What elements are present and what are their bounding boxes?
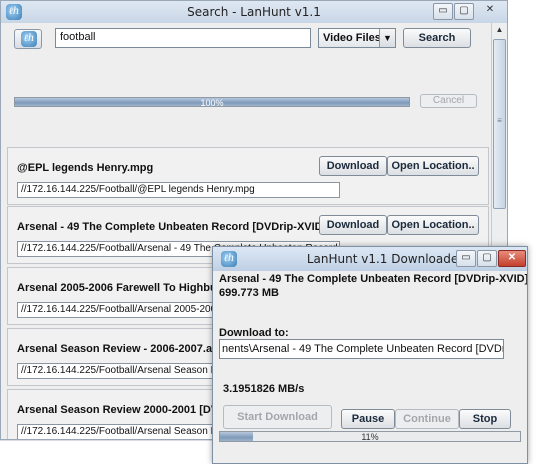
close-button[interactable]: ✕ — [475, 3, 505, 20]
search-progress-text: 100% — [200, 98, 224, 107]
file-type-select[interactable]: Video Files ▼ — [318, 28, 396, 48]
download-file-size: 699.773 MB — [219, 287, 279, 299]
maximize-button[interactable]: ▢ — [454, 3, 474, 20]
download-progress-text: 11% — [361, 432, 379, 442]
search-progress-bar: 100% — [14, 97, 410, 107]
scroll-thumb[interactable]: ≡ — [493, 39, 506, 209]
downloader-minimize-button[interactable]: ▭ — [456, 250, 476, 267]
scroll-up-arrow-icon[interactable]: ▲ — [492, 23, 507, 37]
downloader-maximize-button[interactable]: ▢ — [477, 250, 497, 267]
downloader-title-bar[interactable]: ℓh LanHunt v1.1 Downloader ▭ ▢ ✕ — [213, 247, 527, 271]
result-file-name: @EPL legends Henry.mpg — [17, 162, 154, 174]
open-location-button[interactable]: Open Location.. — [387, 215, 479, 235]
download-speed: 3.1951826 MB/s — [223, 383, 305, 395]
lanhunt-logo-icon: ℓh — [221, 251, 237, 267]
download-file-name: Arsenal - 49 The Complete Unbeaten Recor… — [219, 273, 528, 285]
result-file-name: Arsenal Season Review - 2006-2007.avi — [17, 343, 222, 355]
downloader-close-button[interactable]: ✕ — [498, 250, 526, 267]
minimize-button[interactable]: ▭ — [433, 3, 453, 20]
downloader-dialog: ℓh LanHunt v1.1 Downloader ▭ ▢ ✕ Arsenal… — [212, 246, 528, 464]
pause-button[interactable]: Pause — [341, 409, 395, 429]
window-title: Search - LanHunt v1.1 — [187, 5, 321, 19]
download-button[interactable]: Download — [319, 215, 387, 235]
start-download-button[interactable]: Start Download — [223, 405, 332, 429]
result-file-name: Arsenal - 49 The Complete Unbeaten Recor… — [17, 221, 345, 233]
open-location-button[interactable]: Open Location.. — [387, 156, 479, 176]
result-item: @EPL legends Henry.mpg //172.16.144.225/… — [7, 147, 489, 205]
download-to-label: Download to: — [219, 327, 289, 339]
search-input[interactable]: football — [55, 28, 311, 48]
file-type-value: Video Files — [323, 32, 381, 44]
title-bar[interactable]: ℓh Search - LanHunt v1.1 ▭ ▢ ✕ — [1, 1, 507, 23]
download-progress-bar: 11% — [219, 431, 521, 442]
search-button[interactable]: Search — [403, 28, 471, 48]
chevron-down-icon[interactable]: ▼ — [379, 29, 395, 47]
result-path-field[interactable]: //172.16.144.225/Football/@EPL legends H… — [17, 182, 340, 198]
lanhunt-logo-icon: ℓh — [21, 31, 37, 47]
continue-button[interactable]: Continue — [395, 409, 459, 429]
cancel-button[interactable]: Cancel — [420, 94, 477, 108]
stop-button[interactable]: Stop — [459, 409, 511, 429]
download-button[interactable]: Download — [319, 156, 387, 176]
background-window-edge — [0, 440, 212, 464]
download-path-input[interactable]: nents\Arsenal - 49 The Complete Unbeaten… — [219, 339, 504, 359]
lanhunt-home-button[interactable]: ℓh — [14, 29, 42, 49]
